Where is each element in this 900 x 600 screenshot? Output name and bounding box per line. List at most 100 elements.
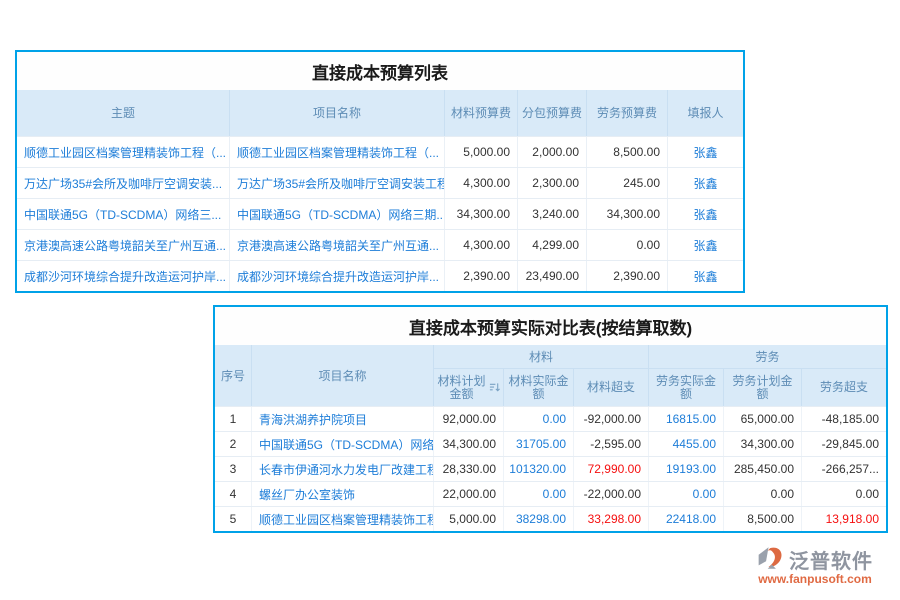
cell-project-name[interactable]: 成都沙河环境综合提升改造运河护岸... [230, 261, 445, 291]
cell-project-name[interactable]: 中国联通5G（TD-SCDMA）网络三期... [230, 199, 445, 229]
cell-project-name[interactable]: 长春市伊通河水力发电厂改建工程 [252, 457, 434, 481]
comparison-body: 1青海洪湖养护院项目92,000.000.00-92,000.0016815.0… [215, 406, 886, 531]
cell-material-plan: 34,300.00 [434, 432, 504, 456]
table-row: 中国联通5G（TD-SCDMA）网络三...中国联通5G（TD-SCDMA）网络… [17, 198, 743, 229]
cell-subject[interactable]: 成都沙河环境综合提升改造运河护岸... [17, 261, 230, 291]
cell-labor-plan: 0.00 [724, 482, 802, 506]
cell-labor-actual: 4455.00 [649, 432, 724, 456]
cell-labor-over: 0.00 [802, 482, 886, 506]
cell-labor-budget: 8,500.00 [587, 137, 668, 167]
table-row: 5顺德工业园区档案管理精装饰工程5,000.0038298.0033,298.0… [215, 506, 886, 531]
cell-seq: 4 [215, 482, 252, 506]
comparison-header: 序号 项目名称 材料 材料计划金额 材料实际金额 材料超支 劳务 [215, 345, 886, 406]
table-row: 成都沙河环境综合提升改造运河护岸...成都沙河环境综合提升改造运河护岸...2,… [17, 260, 743, 291]
cell-project-name[interactable]: 螺丝厂办公室装饰 [252, 482, 434, 506]
cell-reporter[interactable]: 张鑫 [668, 230, 743, 260]
cell-labor-plan: 34,300.00 [724, 432, 802, 456]
cell-subject[interactable]: 京港澳高速公路粤境韶关至广州互通... [17, 230, 230, 260]
cell-reporter[interactable]: 张鑫 [668, 168, 743, 198]
cell-project-name[interactable]: 中国联通5G（TD-SCDMA）网络三 [252, 432, 434, 456]
vendor-url: www.fanpusoft.com [740, 572, 890, 586]
cell-subcontract-budget: 23,490.00 [518, 261, 587, 291]
cell-subcontract-budget: 2,000.00 [518, 137, 587, 167]
cell-material-plan: 22,000.00 [434, 482, 504, 506]
table-row: 3长春市伊通河水力发电厂改建工程28,330.00101320.0072,990… [215, 456, 886, 481]
group-header-material: 材料 [434, 345, 649, 369]
cell-material-budget: 4,300.00 [445, 230, 518, 260]
table-row: 2中国联通5G（TD-SCDMA）网络三34,300.0031705.00-2,… [215, 431, 886, 456]
cell-reporter[interactable]: 张鑫 [668, 261, 743, 291]
cell-labor-actual: 0.00 [649, 482, 724, 506]
cell-seq: 2 [215, 432, 252, 456]
header-project-name: 项目名称 [230, 90, 445, 136]
header-labor-actual: 劳务实际金额 [649, 369, 724, 406]
vendor-name: 泛普软件 [789, 545, 873, 574]
cell-labor-budget: 2,390.00 [587, 261, 668, 291]
cell-project-name[interactable]: 青海洪湖养护院项目 [252, 407, 434, 431]
cell-material-actual: 0.00 [504, 482, 574, 506]
header-material-budget: 材料预算费 [445, 90, 518, 136]
table-row: 顺德工业园区档案管理精装饰工程（...顺德工业园区档案管理精装饰工程（...5,… [17, 136, 743, 167]
cell-material-over: 33,298.00 [574, 507, 649, 531]
cell-labor-plan: 8,500.00 [724, 507, 802, 531]
cell-material-actual: 38298.00 [504, 507, 574, 531]
budget-list-header-row: 主题 项目名称 材料预算费 分包预算费 劳务预算费 填报人 [17, 90, 743, 136]
cell-project-name[interactable]: 顺德工业园区档案管理精装饰工程 [252, 507, 434, 531]
table-row: 1青海洪湖养护院项目92,000.000.00-92,000.0016815.0… [215, 406, 886, 431]
header-reporter: 填报人 [668, 90, 743, 136]
cell-material-budget: 2,390.00 [445, 261, 518, 291]
cell-material-actual: 101320.00 [504, 457, 574, 481]
header-material-actual: 材料实际金额 [504, 369, 574, 406]
cell-labor-over: 13,918.00 [802, 507, 886, 531]
header-subject: 主题 [17, 90, 230, 136]
cell-labor-over: -29,845.00 [802, 432, 886, 456]
header-seq: 序号 [215, 345, 252, 406]
cell-labor-budget: 0.00 [587, 230, 668, 260]
comparison-title: 直接成本预算实际对比表(按结算取数) [215, 307, 886, 345]
cell-material-over: -22,000.00 [574, 482, 649, 506]
cell-labor-actual: 16815.00 [649, 407, 724, 431]
cell-project-name[interactable]: 顺德工业园区档案管理精装饰工程（... [230, 137, 445, 167]
cell-material-budget: 4,300.00 [445, 168, 518, 198]
cell-labor-over: -48,185.00 [802, 407, 886, 431]
cell-project-name[interactable]: 万达广场35#会所及咖啡厅空调安装工程 [230, 168, 445, 198]
budget-list-body: 顺德工业园区档案管理精装饰工程（...顺德工业园区档案管理精装饰工程（...5,… [17, 136, 743, 291]
cell-project-name[interactable]: 京港澳高速公路粤境韶关至广州互通... [230, 230, 445, 260]
cell-material-plan: 92,000.00 [434, 407, 504, 431]
cell-material-budget: 5,000.00 [445, 137, 518, 167]
header-labor-plan: 劳务计划金额 [724, 369, 802, 406]
cell-labor-actual: 22418.00 [649, 507, 724, 531]
header-material-plan[interactable]: 材料计划金额 [434, 369, 504, 406]
vendor-logo-icon [757, 545, 785, 574]
cell-material-plan: 28,330.00 [434, 457, 504, 481]
cell-material-budget: 34,300.00 [445, 199, 518, 229]
cell-seq: 1 [215, 407, 252, 431]
cell-labor-actual: 19193.00 [649, 457, 724, 481]
cell-subject[interactable]: 顺德工业园区档案管理精装饰工程（... [17, 137, 230, 167]
cell-reporter[interactable]: 张鑫 [668, 137, 743, 167]
cell-seq: 3 [215, 457, 252, 481]
cell-reporter[interactable]: 张鑫 [668, 199, 743, 229]
cell-subcontract-budget: 3,240.00 [518, 199, 587, 229]
header-project: 项目名称 [252, 345, 434, 406]
table-row: 万达广场35#会所及咖啡厅空调安装...万达广场35#会所及咖啡厅空调安装工程4… [17, 167, 743, 198]
cell-labor-plan: 285,450.00 [724, 457, 802, 481]
cell-material-actual: 31705.00 [504, 432, 574, 456]
cell-seq: 5 [215, 507, 252, 531]
table-row: 京港澳高速公路粤境韶关至广州互通...京港澳高速公路粤境韶关至广州互通...4,… [17, 229, 743, 260]
cell-subcontract-budget: 2,300.00 [518, 168, 587, 198]
header-subcontract-budget: 分包预算费 [518, 90, 587, 136]
cell-material-plan: 5,000.00 [434, 507, 504, 531]
cell-labor-budget: 245.00 [587, 168, 668, 198]
comparison-table: 直接成本预算实际对比表(按结算取数) 序号 项目名称 材料 材料计划金额 材料实… [213, 305, 888, 533]
budget-list-title: 直接成本预算列表 [17, 52, 743, 90]
sort-amount-icon[interactable] [489, 382, 500, 393]
cell-material-over: 72,990.00 [574, 457, 649, 481]
cell-labor-budget: 34,300.00 [587, 199, 668, 229]
group-header-labor: 劳务 [649, 345, 886, 369]
cell-labor-over: -266,257... [802, 457, 886, 481]
cell-subject[interactable]: 万达广场35#会所及咖啡厅空调安装... [17, 168, 230, 198]
header-labor-over: 劳务超支 [802, 369, 886, 406]
cell-subject[interactable]: 中国联通5G（TD-SCDMA）网络三... [17, 199, 230, 229]
cell-subcontract-budget: 4,299.00 [518, 230, 587, 260]
